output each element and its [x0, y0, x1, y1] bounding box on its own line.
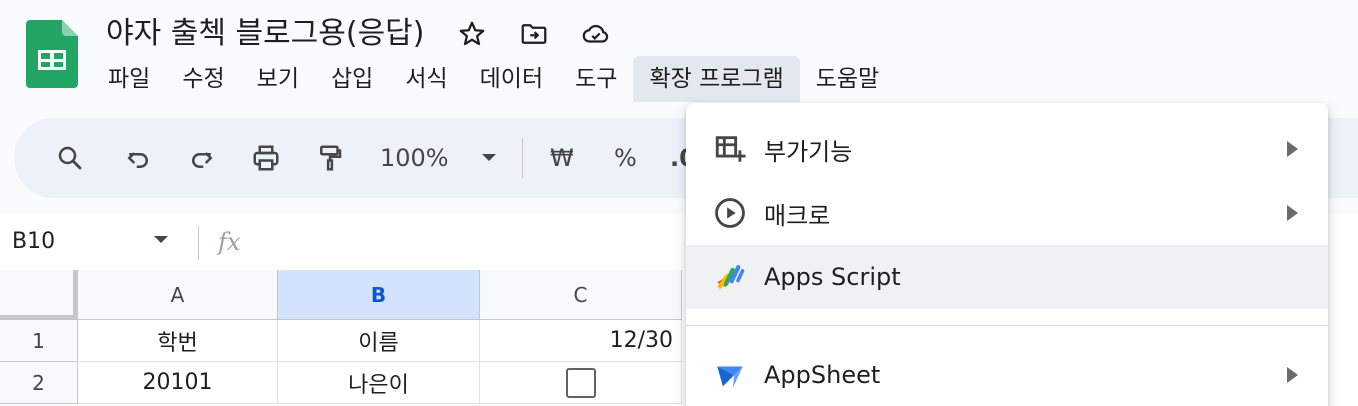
row-header-1[interactable]: 1	[0, 320, 78, 362]
fx-icon: fx	[218, 228, 241, 256]
menu-extensions[interactable]: 확장 프로그램	[633, 56, 800, 102]
select-all-corner[interactable]	[0, 270, 78, 320]
name-box-caret-icon[interactable]	[154, 236, 168, 243]
zoom-select[interactable]: 100%	[380, 140, 449, 176]
cell-c2[interactable]	[480, 362, 682, 404]
paint-format-icon[interactable]	[310, 138, 350, 178]
column-header-b[interactable]: B	[278, 270, 480, 320]
menu-item-label: AppSheet	[764, 361, 881, 389]
formula-bar-separator	[198, 226, 199, 260]
menu-item-label: Apps Script	[764, 263, 901, 291]
percent-format-button[interactable]: %	[614, 140, 637, 176]
cell-a2[interactable]: 20101	[78, 362, 278, 404]
menu-help[interactable]: 도움말	[800, 56, 895, 102]
cell-b2[interactable]: 나은이	[278, 362, 480, 404]
menu-separator	[686, 325, 1328, 326]
menu-item-appsheet[interactable]: AppSheet	[686, 343, 1328, 406]
submenu-arrow-icon	[1287, 367, 1298, 383]
addons-icon	[710, 129, 750, 169]
checkbox[interactable]	[565, 367, 596, 398]
toolbar-separator	[522, 138, 523, 178]
print-icon[interactable]	[246, 138, 286, 178]
star-icon[interactable]	[454, 16, 490, 52]
cell-c1[interactable]: 12/30	[480, 320, 682, 362]
search-icon[interactable]	[50, 138, 90, 178]
submenu-arrow-icon	[1287, 141, 1298, 157]
column-header-c[interactable]: C	[480, 270, 682, 320]
sheets-logo-icon[interactable]	[26, 20, 78, 88]
menu-item-macros[interactable]: 매크로	[686, 181, 1328, 245]
cell-b1[interactable]: 이름	[278, 320, 480, 362]
menu-tools[interactable]: 도구	[559, 56, 633, 102]
cloud-saved-icon[interactable]	[578, 16, 614, 52]
extensions-menu: 부가기능 매크로 Apps Script AppSheet	[686, 103, 1328, 406]
menu-data[interactable]: 데이터	[464, 56, 559, 102]
move-folder-icon[interactable]	[516, 16, 552, 52]
menu-view[interactable]: 보기	[241, 56, 315, 102]
row-header-2[interactable]: 2	[0, 362, 78, 404]
menu-insert[interactable]: 삽입	[315, 56, 389, 102]
menu-file[interactable]: 파일	[92, 56, 166, 102]
zoom-dropdown-caret-icon[interactable]	[482, 154, 496, 161]
column-header-a[interactable]: A	[78, 270, 278, 320]
menu-item-label: 매크로	[764, 201, 831, 230]
currency-format-button[interactable]: ₩	[550, 140, 574, 176]
apps-script-icon	[710, 257, 750, 297]
appsheet-icon	[710, 355, 750, 395]
menu-format[interactable]: 서식	[389, 56, 463, 102]
menu-bar: 파일 수정 보기 삽입 서식 데이터 도구 확장 프로그램 도움말	[92, 56, 895, 102]
menu-edit[interactable]: 수정	[166, 56, 240, 102]
redo-icon[interactable]	[182, 138, 222, 178]
menu-item-apps-script[interactable]: Apps Script	[686, 245, 1328, 309]
document-title[interactable]: 야자 출첵 블로그용(응답)	[106, 14, 424, 54]
macro-play-icon	[710, 193, 750, 233]
cell-a1[interactable]: 학번	[78, 320, 278, 362]
name-box[interactable]: B10	[12, 224, 55, 260]
menu-item-addons[interactable]: 부가기능	[686, 117, 1328, 181]
undo-icon[interactable]	[118, 138, 158, 178]
menu-item-label: 부가기능	[764, 137, 853, 166]
submenu-arrow-icon	[1287, 205, 1298, 221]
